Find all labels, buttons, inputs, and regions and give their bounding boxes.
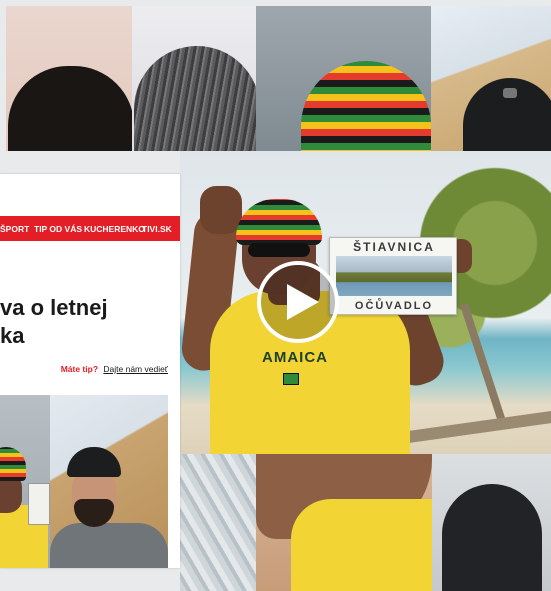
postcard: ŠTIAVNICA OČŮVADLO [329,237,457,315]
postcard-top-text: ŠTIAVNICA [353,240,435,254]
bottom-tile-2 [256,454,432,591]
head-tile-3 [256,6,431,151]
article-photo[interactable] [0,395,168,568]
tip-line: Máte tip? Dajte nám vedieť [61,364,168,374]
tip-link[interactable]: Dajte nám vedieť [103,364,168,374]
shirt-text: AMAICA [262,349,328,366]
nav-bar: ŠPORT TIP OD VÁS KUCHERENKO TIVI.SK [0,216,180,241]
bottom-tile-1 [180,454,256,591]
black-cap [67,447,121,477]
nav-item-kucherenko[interactable]: KUCHERENKO [84,224,145,234]
head-tile-4 [431,6,551,151]
nav-item-tivi[interactable]: TIVI.SK [142,224,172,234]
postcard-bottom-text: OČŮVADLO [354,300,434,312]
rasta-beanie [236,199,322,245]
nav-item-sport[interactable]: ŠPORT [0,224,29,234]
head-tile-1 [6,6,132,151]
article-headline: va o letnej ka [0,295,108,348]
head-tile-2 [132,6,256,151]
main-video[interactable]: AMAICA ŠTIAVNICA OČŮVADLO [180,151,551,454]
play-icon [287,284,319,320]
nav-item-tip-od-vas[interactable]: TIP OD VÁS [34,224,82,234]
play-button[interactable] [257,261,339,343]
postcard-landscape [336,256,452,296]
article-card: ŠPORT TIP OD VÁS KUCHERENKO TIVI.SK va o… [0,174,180,568]
tip-label: Máte tip? [60,364,99,374]
sunglasses [248,243,310,257]
bottom-tile-3 [432,454,551,591]
collage-stage: AMAICA ŠTIAVNICA OČŮVADLO ŠPORT TIP OD V… [0,0,551,591]
flag-badge [283,373,299,385]
